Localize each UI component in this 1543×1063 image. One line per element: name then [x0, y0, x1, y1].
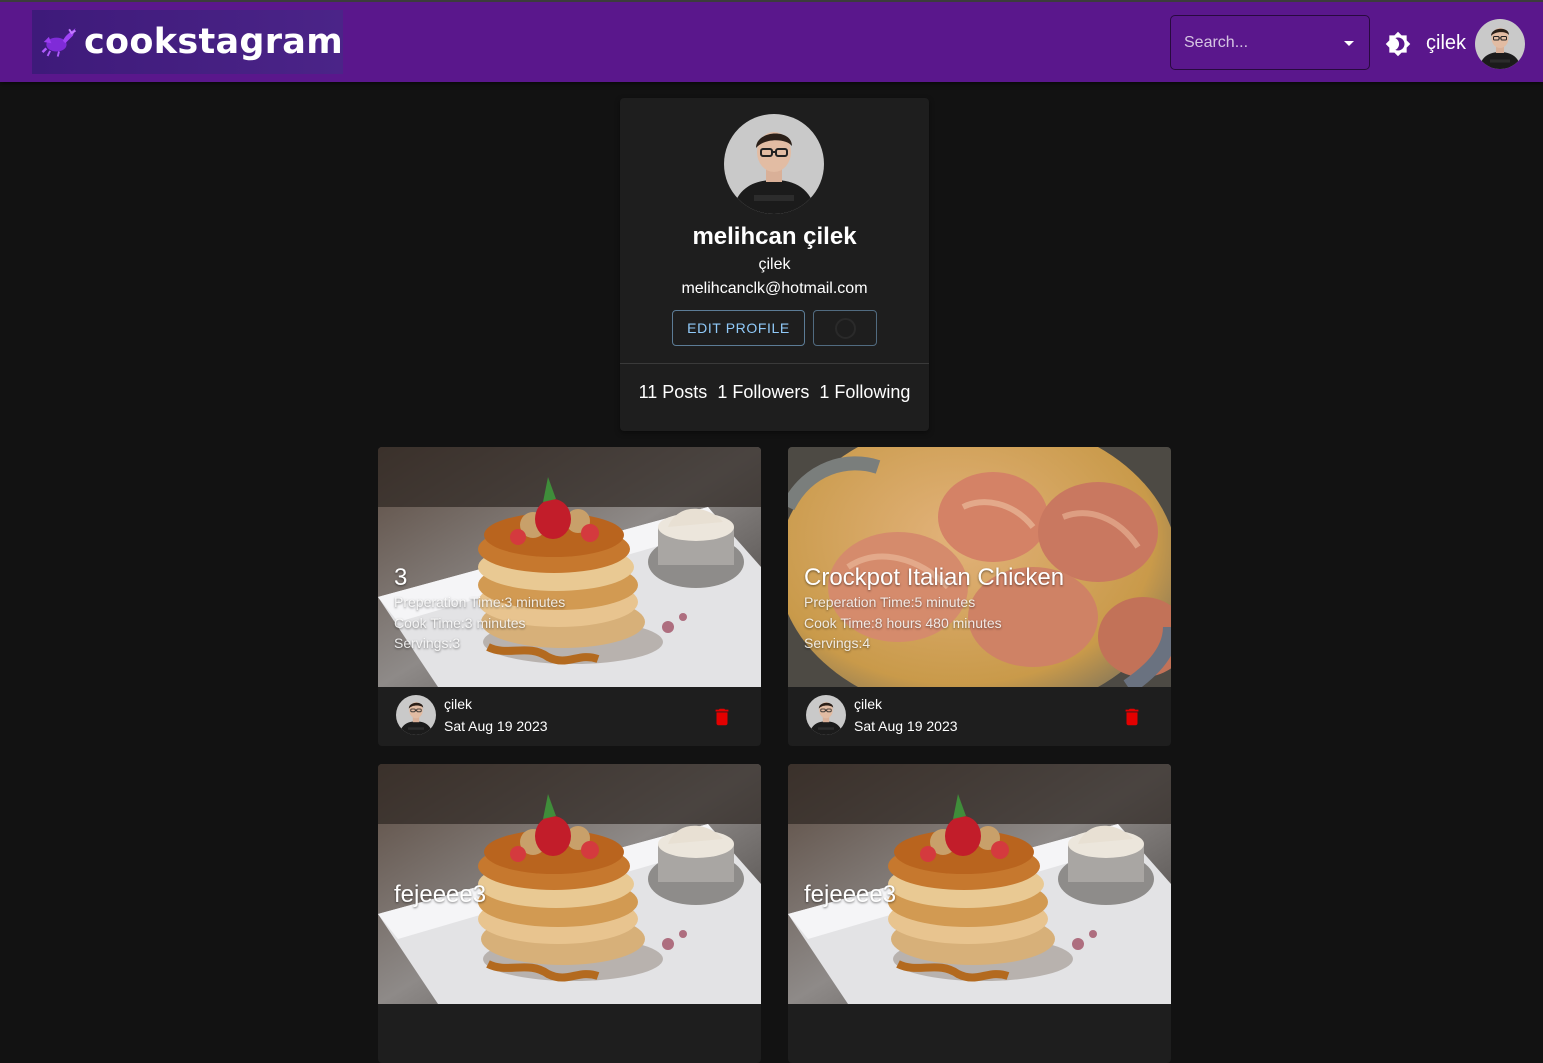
edit-profile-button[interactable]: EDIT PROFILE	[672, 310, 805, 346]
post-cook-time: Cook Time:3 minutes	[394, 614, 526, 631]
post-date: Sat Aug 19 2023	[444, 718, 548, 734]
search-box[interactable]	[1170, 15, 1370, 70]
brand-name: cookstagram	[84, 22, 343, 62]
post-card[interactable]: 3 Preperation Time:3 minutes Cook Time:3…	[378, 447, 761, 746]
post-card[interactable]: fejeeee3	[378, 764, 761, 1063]
profile-name: melihcan çilek	[692, 223, 857, 250]
brightness-icon[interactable]	[1385, 31, 1411, 57]
trash-icon[interactable]	[1121, 706, 1143, 728]
loading-button[interactable]	[813, 310, 877, 346]
turkey-logo-icon	[41, 28, 76, 57]
post-prep-time: Preperation Time:3 minutes	[394, 594, 566, 610]
posts-count[interactable]: 11 Posts	[639, 382, 708, 403]
following-count[interactable]: 1 Following	[819, 382, 910, 403]
post-servings: Servings:4	[804, 635, 871, 651]
loading-spinner-icon	[835, 318, 856, 339]
post-card[interactable]: Crockpot Italian Chicken Preperation Tim…	[788, 447, 1171, 746]
profile-avatar	[724, 114, 824, 214]
brand-logo[interactable]: cookstagram	[32, 10, 343, 74]
post-overlay: fejeeee3	[394, 881, 754, 909]
nav-avatar[interactable]	[1475, 19, 1525, 69]
search-input[interactable]	[1184, 34, 1334, 52]
profile-card: melihcan çilek çilek melihcanclk@hotmail…	[620, 98, 929, 431]
post-overlay: Crockpot Italian Chicken Preperation Tim…	[804, 564, 1164, 654]
post-footer: çilek Sat Aug 19 2023	[788, 687, 1171, 746]
post-title: 3	[394, 564, 408, 591]
post-author-avatar[interactable]	[806, 695, 846, 735]
post-overlay: fejeeee3	[804, 881, 1164, 909]
profile-email: melihcanclk@hotmail.com	[681, 280, 868, 297]
post-title: fejeeee3	[804, 881, 897, 908]
profile-divider	[620, 363, 929, 364]
followers-count[interactable]: 1 Followers	[717, 382, 809, 403]
profile-username: çilek	[758, 256, 791, 273]
post-date: Sat Aug 19 2023	[854, 718, 958, 734]
post-author-avatar[interactable]	[396, 695, 436, 735]
post-title: Crockpot Italian Chicken	[804, 564, 1065, 591]
trash-icon[interactable]	[711, 706, 733, 728]
post-cook-time: Cook Time:8 hours 480 minutes	[804, 614, 1002, 631]
post-overlay: 3 Preperation Time:3 minutes Cook Time:3…	[394, 564, 754, 654]
profile-stats: 11 Posts 1 Followers 1 Following	[620, 382, 929, 403]
post-title: fejeeee3	[394, 881, 487, 908]
caret-down-icon[interactable]	[1344, 41, 1354, 46]
post-author[interactable]: çilek	[444, 696, 472, 712]
post-prep-time: Preperation Time:5 minutes	[804, 594, 976, 610]
post-servings: Servings:3	[394, 635, 461, 651]
post-card[interactable]: fejeeee3	[788, 764, 1171, 1063]
post-footer: çilek Sat Aug 19 2023	[378, 687, 761, 746]
post-author[interactable]: çilek	[854, 696, 882, 712]
nav-username[interactable]: çilek	[1426, 32, 1466, 55]
app-bar: cookstagram çilek	[0, 0, 1543, 82]
